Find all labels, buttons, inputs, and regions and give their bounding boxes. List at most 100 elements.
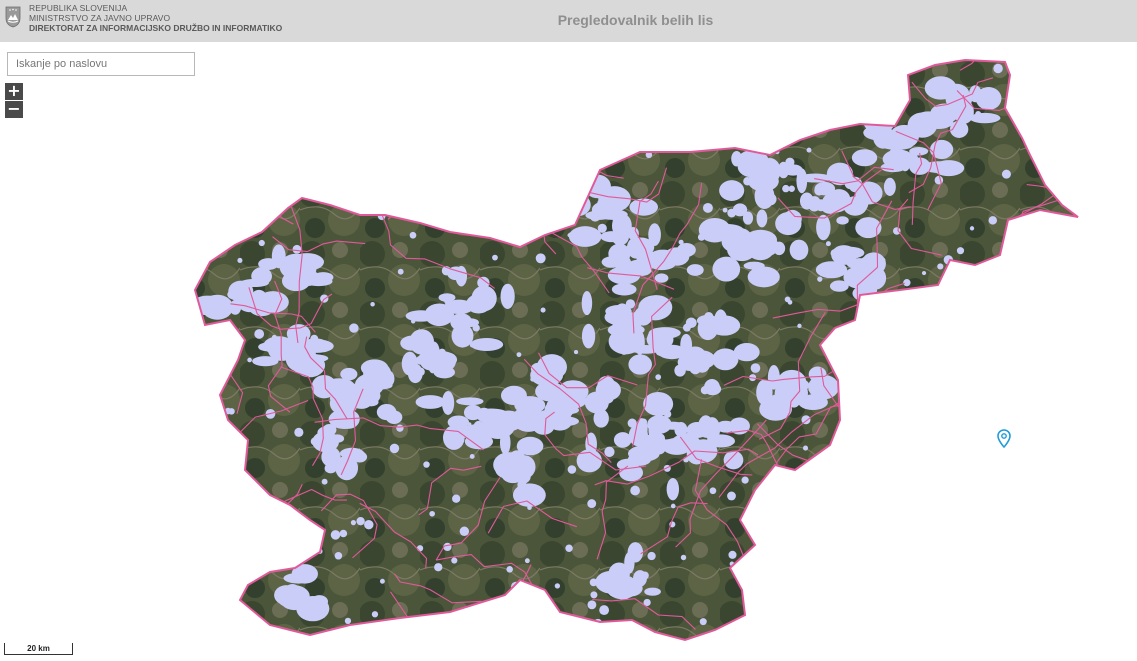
white-spot [295,117,300,122]
white-spot [410,319,416,324]
white-spot [727,208,737,218]
white-spot [611,283,637,296]
white-spot [463,404,483,421]
white-spot [416,545,424,552]
white-spot [934,175,944,185]
white-spot [678,362,689,371]
white-spot [840,518,849,528]
white-spot [897,571,904,578]
white-spot [1022,396,1027,401]
white-spot [937,263,944,270]
white-spot [927,503,935,511]
white-spot [742,211,754,225]
white-spot [327,456,337,466]
zoom-out-button[interactable]: − [5,101,23,118]
white-spot [575,178,583,185]
white-spot [510,462,530,478]
white-spot [690,354,700,364]
white-spot [728,550,737,559]
white-spot [598,65,608,75]
white-spot [350,520,357,526]
white-spot [609,110,618,119]
municipality-boundary [387,137,417,220]
white-spot [755,594,764,603]
white-spot [859,411,869,420]
white-spot [473,420,484,433]
white-spot [981,600,988,608]
white-spot [988,457,994,463]
white-spot [946,301,955,310]
white-spot [379,369,395,388]
white-spot [593,409,609,428]
white-spot [322,423,337,436]
white-spot [825,241,831,247]
white-spot [587,600,597,610]
white-spot [704,312,714,322]
white-spot [680,554,687,561]
white-spot [1015,410,1022,417]
white-spot [423,461,430,468]
white-spot [254,329,265,339]
zoom-in-button[interactable]: + [5,83,23,100]
white-spot [666,477,680,501]
white-spot [305,104,316,115]
white-spot [452,494,461,503]
white-spot [730,68,738,76]
white-spot [447,415,470,429]
white-spot [784,296,791,303]
white-spot [864,469,871,477]
white-spot [759,622,768,631]
white-spot [590,591,598,599]
white-spot [640,571,649,580]
white-spot [330,530,341,540]
white-spot [682,323,691,332]
white-spot [712,256,741,282]
white-spot [709,425,718,435]
white-spot [620,348,628,355]
white-spot [229,555,234,560]
white-spot [644,587,661,596]
white-spot [506,566,513,573]
white-spot [846,258,873,270]
white-spot [500,283,515,310]
municipality-boundary [532,78,624,179]
municipality-boundary [982,613,1031,626]
white-spot [1004,478,1012,486]
white-spot [903,279,911,287]
location-pin-icon[interactable] [997,429,1011,449]
white-spot [975,110,982,117]
white-spot [599,605,610,616]
municipality-boundary [647,107,711,125]
white-spot [239,171,248,181]
white-spot [872,65,878,72]
white-spot [956,607,964,615]
white-spot [893,227,901,235]
white-spot [871,596,880,604]
address-search-input[interactable] [7,52,195,76]
white-spot [858,193,869,211]
white-spot [997,334,1007,344]
white-spot [252,124,259,131]
white-spot [381,104,389,112]
white-spot [797,323,802,329]
white-spot [1048,622,1058,631]
white-spot [672,347,678,352]
white-spot [354,373,384,397]
white-spot [663,410,672,418]
municipality-boundary [195,99,220,181]
white-spot [647,330,663,341]
white-spot [282,504,291,513]
white-spot [597,198,606,208]
white-spot [756,209,768,228]
white-spot [863,278,878,300]
white-spot [344,617,352,625]
white-spot [627,542,644,563]
map-view[interactable] [0,42,1137,661]
white-spot [335,455,359,481]
white-spot [545,144,556,155]
white-spot [215,507,225,517]
slovenia-map[interactable] [92,42,1137,661]
white-spot [400,335,424,351]
white-spot [762,389,771,398]
white-spot [517,480,527,490]
